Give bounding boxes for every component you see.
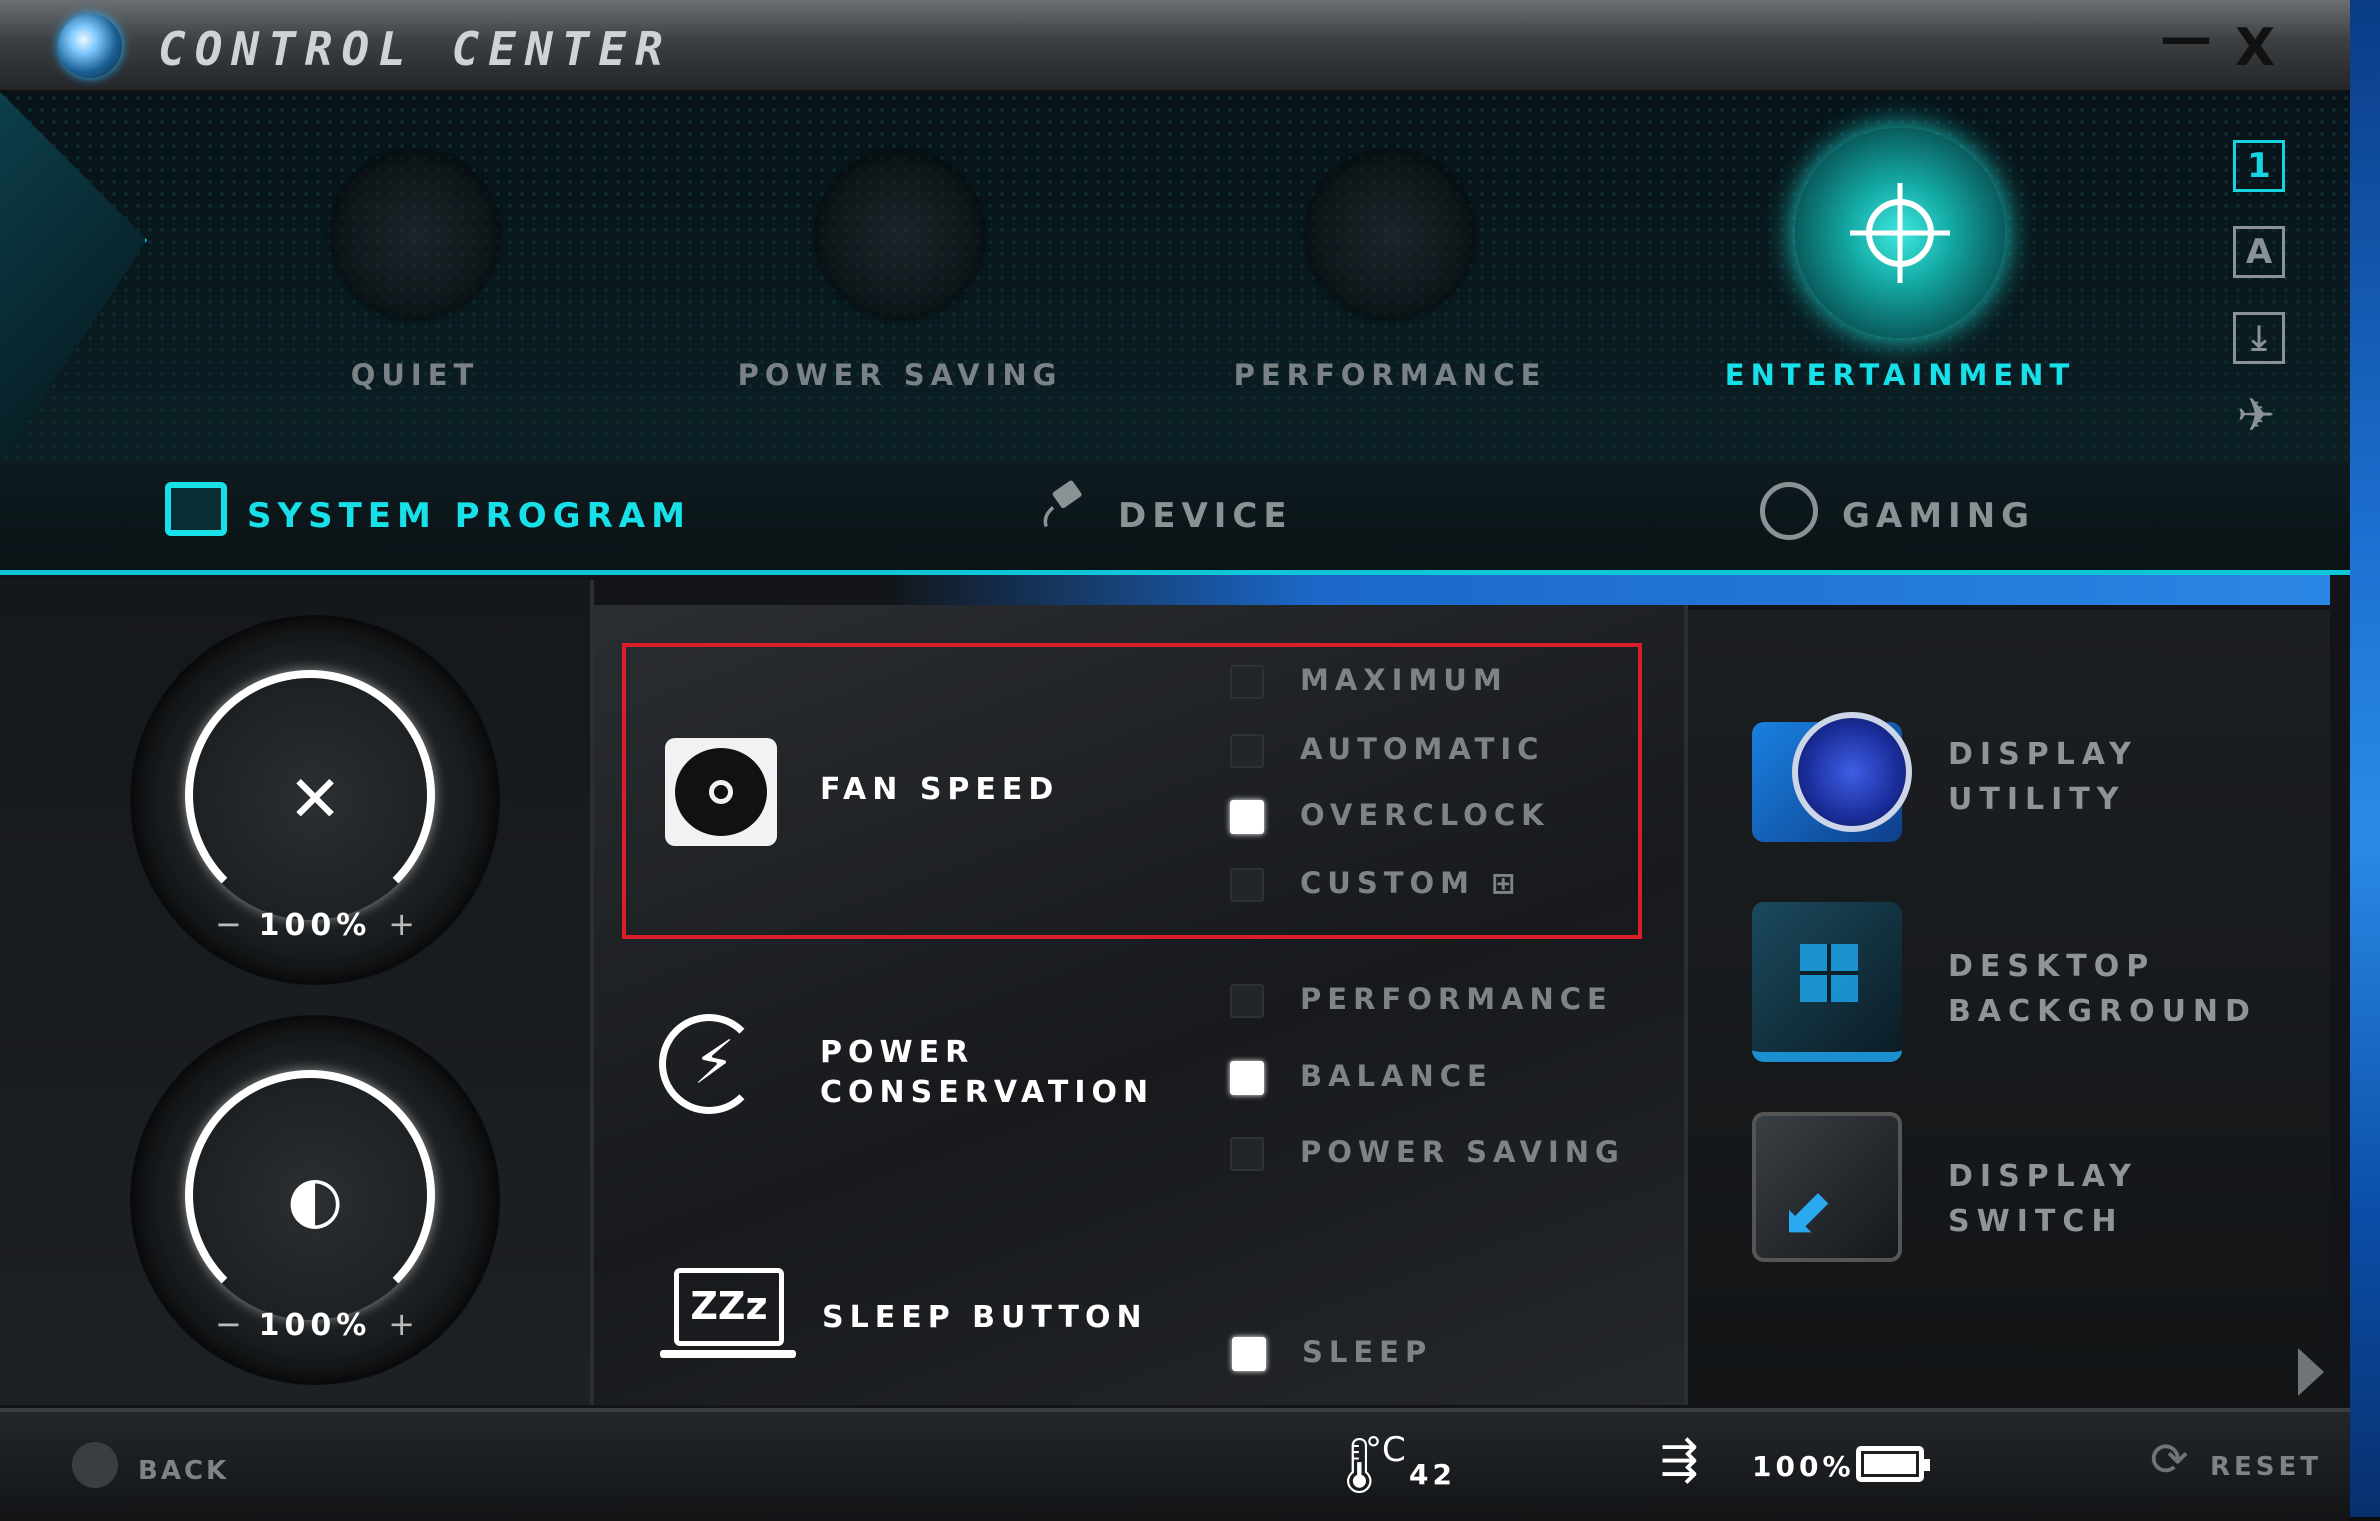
volume-dial[interactable]: ✕ − 100% + — [130, 615, 500, 985]
utility-label: DESKTOP BACKGROUND — [1948, 944, 2257, 1034]
option-label: POWER SAVING — [1300, 1135, 1625, 1169]
option-label: AUTOMATIC — [1300, 732, 1545, 766]
tab-system-program[interactable]: SYSTEM PROGRAM — [165, 482, 691, 536]
windows-logo-icon — [1752, 902, 1902, 1062]
label-line: POWER — [820, 1035, 975, 1070]
windmill-icon — [815, 150, 985, 320]
mode-quiet[interactable]: QUIET — [235, 150, 595, 392]
crosshair-icon — [1866, 199, 1934, 267]
label-line: UTILITY — [1948, 782, 2126, 817]
fan-icon — [665, 738, 777, 846]
checkbox[interactable] — [1230, 868, 1264, 902]
label-line: CONSERVATION — [820, 1075, 1155, 1110]
display-switch-icon: ⬋ — [1752, 1112, 1902, 1262]
checkbox[interactable] — [1230, 984, 1264, 1018]
option-label: BALANCE — [1300, 1059, 1493, 1093]
lightning-bolt-icon: ⚡ — [693, 1028, 736, 1098]
reset-label: RESET — [2210, 1452, 2323, 1482]
tab-device[interactable]: DEVICE — [1030, 480, 1293, 536]
utility-label: DISPLAY UTILITY — [1948, 732, 2138, 822]
mode-label: QUIET — [350, 358, 480, 392]
airplane-mode-icon[interactable]: ✈ — [2233, 392, 2279, 438]
fan-speed-label: FAN SPEED — [820, 772, 1060, 807]
display-switch-button[interactable]: ⬋ DISPLAY SWITCH — [1740, 1112, 2300, 1272]
accent-strip — [880, 575, 2330, 605]
mute-icon[interactable]: ✕ — [288, 763, 342, 837]
download-icon[interactable]: ⤓ — [2233, 312, 2285, 364]
title-bar[interactable]: Control Center — X — [0, 0, 2350, 92]
desktop-background-button[interactable]: DESKTOP BACKGROUND — [1740, 902, 2300, 1062]
label-line: DISPLAY — [1948, 1159, 2138, 1194]
tab-label: GAMING — [1842, 496, 2036, 536]
sleep-icon-text: ZZz — [674, 1268, 784, 1346]
display-utility-icon — [1752, 712, 1912, 842]
volume-increase-button[interactable]: + — [388, 905, 415, 943]
battery-value: 100% — [1752, 1450, 1855, 1483]
label-line: BACKGROUND — [1948, 994, 2257, 1029]
custom-label: CUSTOM — [1300, 866, 1476, 900]
temperature-value: 42 — [1409, 1458, 1456, 1491]
brightness-increase-button[interactable]: + — [388, 1305, 415, 1343]
battery-status: ⇶ 100% — [1660, 1432, 1960, 1490]
plug-icon — [1043, 480, 1082, 528]
checkbox[interactable] — [1232, 1337, 1266, 1371]
mode-label: POWER SAVING — [737, 358, 1063, 392]
speaker-icon — [330, 150, 500, 320]
control-center-window: Control Center — X QUIET POWER SAVING PE… — [0, 0, 2350, 1521]
add-custom-icon[interactable]: ⊞ — [1491, 866, 1521, 900]
option-label: MAXIMUM — [1300, 663, 1508, 697]
sleep-button-label: SLEEP BUTTON — [822, 1300, 1148, 1335]
reset-icon: ⟳ — [2150, 1432, 2189, 1486]
battery-icon — [1856, 1446, 1930, 1482]
label-line: DISPLAY — [1948, 737, 2138, 772]
brightness-value: 100% — [258, 1308, 372, 1343]
app-logo-icon — [58, 14, 122, 78]
next-page-arrow-icon[interactable] — [2298, 1348, 2324, 1396]
steering-wheel-icon — [1760, 482, 1818, 540]
brightness-dial[interactable]: ◐ − 100% + — [130, 1015, 500, 1385]
power-conservation-label: POWER CONSERVATION — [820, 1033, 1154, 1113]
radar-target-icon — [1795, 128, 2005, 338]
profile-a-icon[interactable]: A — [2233, 226, 2285, 278]
close-button[interactable]: X — [2235, 18, 2275, 78]
mode-label: PERFORMANCE — [1233, 358, 1547, 392]
arrow-icon: ⬋ — [1780, 1176, 1834, 1250]
speedometer-icon — [1305, 150, 1475, 320]
mode-entertainment[interactable]: ENTERTAINMENT — [1720, 128, 2080, 392]
battery-fill — [1864, 1454, 1916, 1474]
brightness-icon: ◐ — [287, 1163, 343, 1237]
status-footer: BACK 🌡 °C 42 ⇶ 100% ⟳ RESET — [0, 1408, 2350, 1521]
tab-bar: SYSTEM PROGRAM DEVICE GAMING — [0, 462, 2350, 575]
option-label: SLEEP — [1302, 1335, 1433, 1369]
power-plug-icon: ⚡ — [655, 1010, 767, 1118]
minimize-button[interactable]: — — [2160, 8, 2212, 68]
mode-power-saving[interactable]: POWER SAVING — [720, 150, 1080, 392]
back-icon — [72, 1442, 118, 1488]
ac-plug-icon: ⇶ — [1660, 1432, 1699, 1486]
tab-label: DEVICE — [1118, 496, 1293, 536]
temperature-unit: °C — [1365, 1430, 1406, 1470]
checkbox[interactable] — [1230, 800, 1264, 834]
checkbox[interactable] — [1230, 1061, 1264, 1095]
tab-label: SYSTEM PROGRAM — [247, 496, 691, 536]
volume-value: 100% — [258, 908, 372, 943]
checkbox[interactable] — [1230, 734, 1264, 768]
utility-label: DISPLAY SWITCH — [1948, 1154, 2138, 1244]
display-utility-button[interactable]: DISPLAY UTILITY — [1740, 690, 2300, 850]
checkbox[interactable] — [1230, 665, 1264, 699]
mode-label: ENTERTAINMENT — [1724, 358, 2076, 392]
back-label: BACK — [138, 1456, 230, 1486]
label-line: SWITCH — [1948, 1204, 2124, 1239]
monitor-icon — [165, 482, 227, 536]
profile-1-icon[interactable]: 1 — [2233, 140, 2285, 192]
label-line: DESKTOP — [1948, 949, 2156, 984]
option-label: CUSTOM ⊞ — [1300, 866, 1521, 900]
option-label: OVERCLOCK — [1300, 798, 1550, 832]
app-title: Control Center — [158, 22, 672, 76]
tab-gaming[interactable]: GAMING — [1760, 482, 2036, 540]
sleep-icon: ZZz — [660, 1268, 796, 1364]
mode-performance[interactable]: PERFORMANCE — [1210, 150, 1570, 392]
checkbox[interactable] — [1230, 1137, 1264, 1171]
option-label: PERFORMANCE — [1300, 982, 1613, 1016]
